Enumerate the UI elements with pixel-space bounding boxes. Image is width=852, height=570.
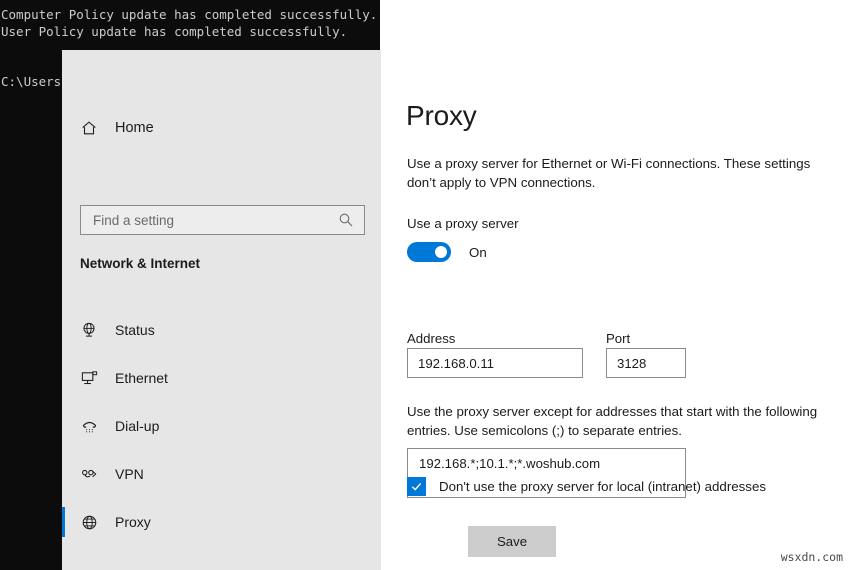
- sidebar-item-dialup[interactable]: Dial-up: [62, 402, 381, 450]
- sidebar-item-home-label: Home: [115, 120, 154, 136]
- selection-accent: [62, 507, 65, 537]
- search-input[interactable]: Find a setting: [80, 205, 365, 235]
- sidebar-section-title: Network & Internet: [80, 256, 200, 271]
- use-proxy-toggle[interactable]: [407, 242, 451, 262]
- sidebar-item-dialup-label: Dial-up: [115, 418, 159, 434]
- address-value: 192.168.0.11: [418, 356, 494, 371]
- sidebar-item-proxy[interactable]: Proxy: [62, 498, 381, 546]
- use-proxy-server-label: Use a proxy server: [407, 216, 519, 231]
- search-icon[interactable]: [338, 212, 354, 228]
- toggle-state-label: On: [469, 245, 487, 260]
- sidebar-item-home[interactable]: Home: [62, 108, 381, 148]
- local-bypass-label: Don't use the proxy server for local (in…: [439, 479, 766, 494]
- use-proxy-toggle-row: On: [407, 242, 487, 262]
- sidebar: Home Find a setting Network & Internet: [62, 50, 381, 570]
- sidebar-nav-list: Status Ethernet: [62, 306, 381, 546]
- selection-accent: [62, 459, 65, 489]
- search-placeholder: Find a setting: [93, 213, 338, 228]
- sidebar-item-proxy-label: Proxy: [115, 514, 151, 530]
- page-title: Proxy: [406, 100, 477, 132]
- sidebar-item-vpn[interactable]: VPN: [62, 450, 381, 498]
- watermark: wsxdn.com: [781, 550, 843, 564]
- selection-accent: [62, 411, 65, 441]
- sidebar-item-status[interactable]: Status: [62, 306, 381, 354]
- exceptions-description: Use the proxy server except for addresse…: [407, 402, 837, 440]
- selection-accent: [62, 363, 65, 393]
- monitor-icon: [67, 369, 111, 388]
- phone-icon: [67, 417, 111, 436]
- sidebar-item-status-label: Status: [115, 322, 155, 338]
- proxy-description: Use a proxy server for Ethernet or Wi-Fi…: [407, 154, 831, 192]
- toggle-thumb: [435, 246, 447, 258]
- sidebar-item-ethernet[interactable]: Ethernet: [62, 354, 381, 402]
- content-pane: Proxy Use a proxy server for Ethernet or…: [381, 50, 852, 570]
- save-button[interactable]: Save: [468, 526, 556, 557]
- globe-status-icon: [67, 321, 111, 339]
- local-bypass-row: Don't use the proxy server for local (in…: [407, 477, 766, 496]
- port-label: Port: [606, 331, 630, 346]
- local-bypass-checkbox[interactable]: [407, 477, 426, 496]
- vpn-icon: [67, 465, 111, 484]
- selection-accent: [62, 315, 65, 345]
- address-input[interactable]: 192.168.0.11: [407, 348, 583, 378]
- checkmark-icon: [410, 480, 423, 493]
- globe-icon: [67, 513, 111, 532]
- sidebar-item-vpn-label: VPN: [115, 466, 144, 482]
- settings-window: Settings: [62, 50, 852, 570]
- screen: Computer Policy update has completed suc…: [0, 0, 852, 570]
- port-input[interactable]: 3128: [606, 348, 686, 378]
- sidebar-item-ethernet-label: Ethernet: [115, 370, 168, 386]
- home-icon: [67, 119, 111, 137]
- port-value: 3128: [617, 356, 646, 371]
- desktop-backdrop-top: [380, 0, 852, 50]
- address-label: Address: [407, 331, 455, 346]
